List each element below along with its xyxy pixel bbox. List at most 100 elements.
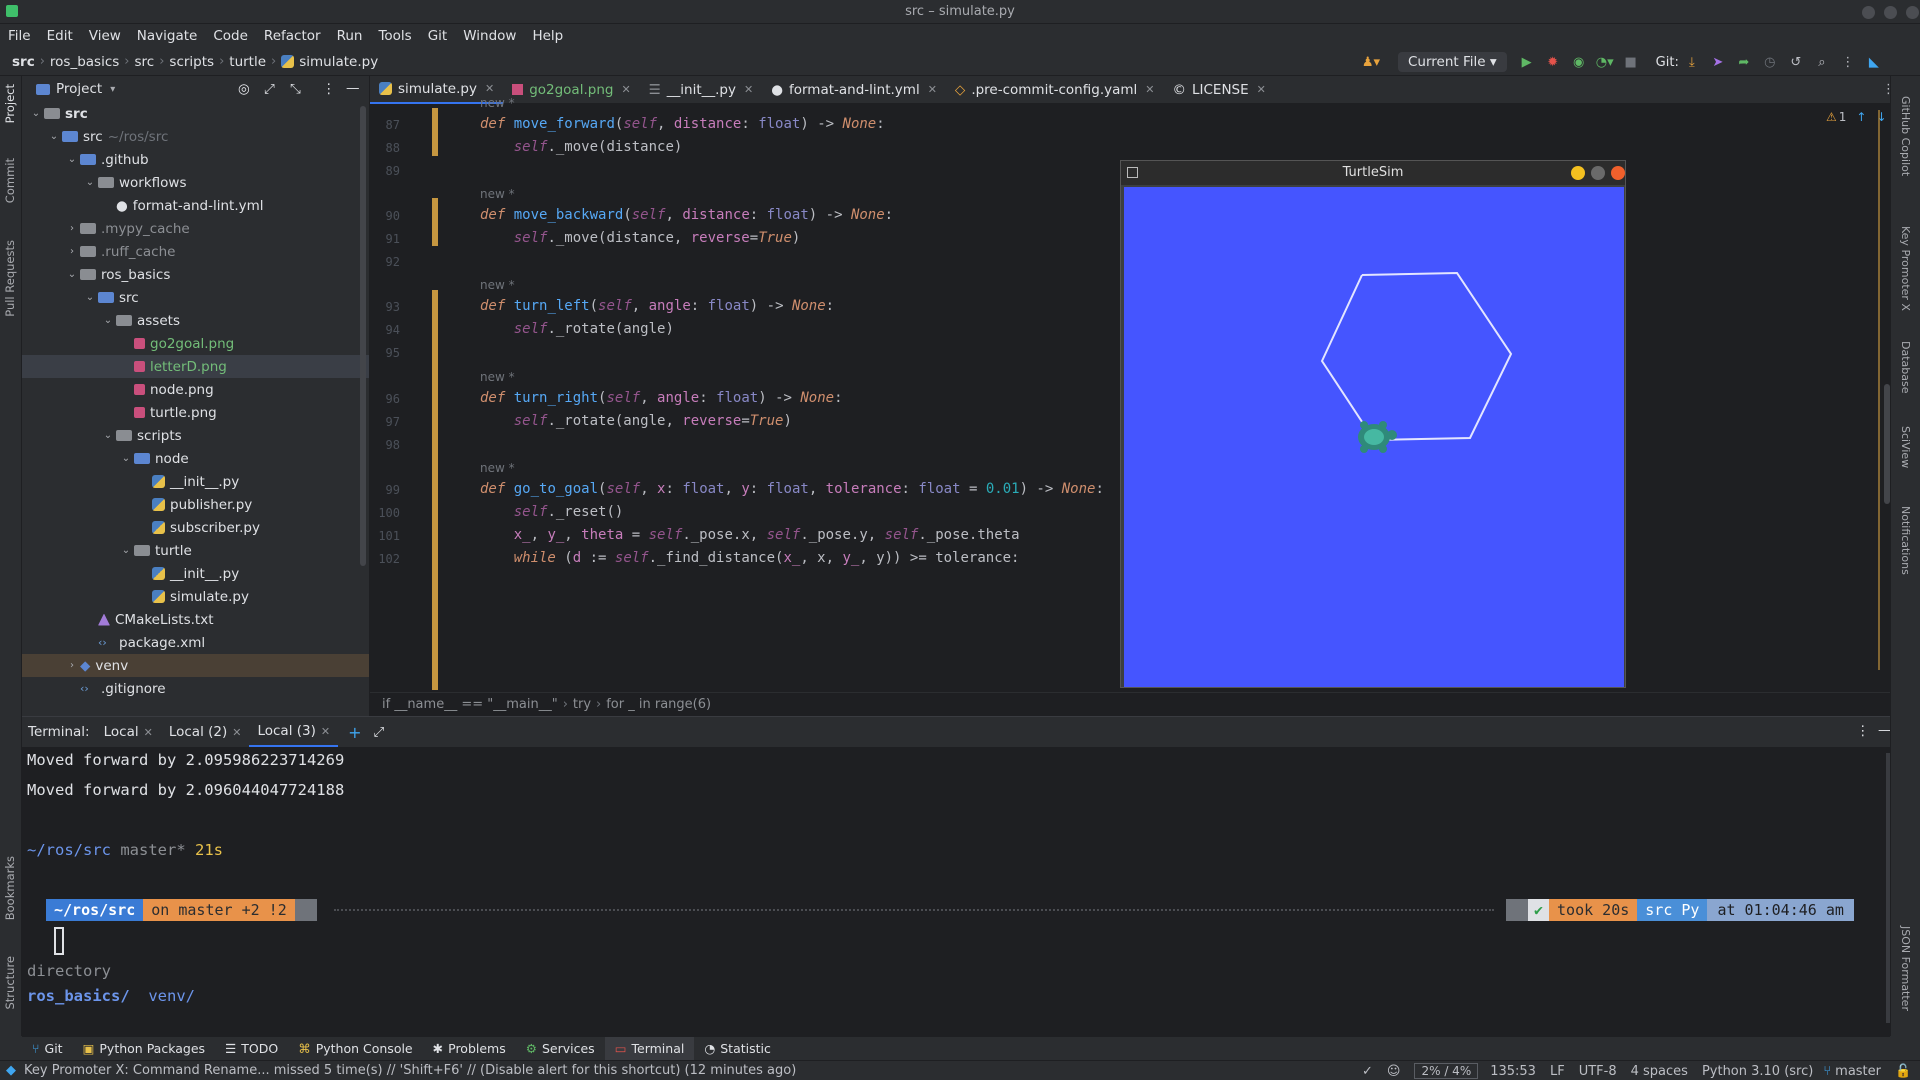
tree-item[interactable]: subscriber.py [22, 516, 369, 539]
codevision-hint[interactable]: new * [480, 370, 515, 384]
tool-json-formatter[interactable]: JSON Formatter [1899, 926, 1912, 1011]
close-icon[interactable]: ✕ [1145, 83, 1154, 96]
menu-tools[interactable]: Tools [370, 28, 419, 44]
breadcrumb-file[interactable]: simulate.py [299, 54, 378, 70]
menu-git[interactable]: Git [420, 28, 456, 44]
menu-navigate[interactable]: Navigate [129, 28, 206, 44]
crumb-try[interactable]: try [573, 697, 591, 712]
python-interpreter[interactable]: Python 3.10 (src) [1702, 1064, 1813, 1079]
tool-structure[interactable]: Structure [3, 956, 17, 1010]
breadcrumb-root[interactable]: src [12, 54, 35, 70]
breadcrumb-turtle[interactable]: turtle [229, 54, 266, 70]
chevron-down-icon[interactable]: ⌄ [100, 315, 116, 326]
tool-project[interactable]: Project [3, 84, 17, 123]
close-icon[interactable]: ✕ [621, 83, 630, 96]
chevron-down-icon[interactable]: ⌄ [64, 154, 80, 165]
tree-item[interactable]: ⌄ src ~/ros/src [22, 125, 369, 148]
line-number[interactable]: 101 [370, 529, 400, 543]
tab-license[interactable]: © LICENSE ✕ [1164, 76, 1275, 104]
terminal-tab-local[interactable]: Local ✕ [96, 717, 161, 747]
terminal-cursor[interactable] [54, 927, 64, 955]
expand-all-icon[interactable]: ⤢ [264, 81, 275, 97]
line-number[interactable]: 89 [370, 164, 400, 178]
git-commit-icon[interactable]: ➤ [1710, 54, 1726, 70]
file-encoding[interactable]: UTF-8 [1579, 1064, 1617, 1079]
line-number[interactable]: 97 [370, 415, 400, 429]
profile-icon[interactable]: ◔▾ [1596, 54, 1614, 70]
chevron-down-icon[interactable]: ⌄ [64, 269, 80, 280]
search-icon[interactable]: ⌕ [1814, 54, 1830, 70]
close-icon[interactable]: ✕ [321, 725, 330, 738]
tab-pre-commit-config[interactable]: ◇ .pre-commit-config.yaml ✕ [946, 76, 1164, 104]
code-line-97[interactable]: self._rotate(angle, reverse=True) [480, 413, 792, 429]
menu-refactor[interactable]: Refactor [256, 28, 329, 44]
change-marker[interactable] [432, 290, 438, 690]
close-icon[interactable]: ✕ [744, 83, 753, 96]
chevron-right-icon[interactable]: › [64, 223, 80, 234]
tab-format-and-lint[interactable]: ● format-and-lint.yml ✕ [762, 76, 946, 104]
coverage-icon[interactable]: ◉ [1571, 54, 1587, 70]
minimize-icon[interactable] [1571, 166, 1585, 180]
options-icon[interactable]: ⋮ [1856, 723, 1870, 739]
tree-item[interactable]: turtle.png [22, 401, 369, 424]
code-line-102[interactable]: while (d := self._find_distance(x_, x, y… [480, 550, 1020, 566]
maximize-icon[interactable]: ⤢ [373, 724, 384, 740]
close-icon[interactable]: ✕ [232, 726, 241, 739]
chevron-right-icon[interactable]: › [64, 246, 80, 257]
tree-item[interactable]: ‹›.pre-commit-config.yaml [22, 700, 369, 702]
toolwindow-problems[interactable]: ✱ Problems [423, 1037, 516, 1061]
editor-scroll-marker[interactable] [1878, 110, 1880, 670]
chevron-down-icon[interactable]: ⌄ [100, 430, 116, 441]
change-marker[interactable] [432, 198, 438, 246]
arrow-up-icon[interactable]: ↑ [1856, 110, 1866, 124]
code-line-88[interactable]: self._move(distance) [480, 139, 683, 155]
terminal-tab-local-2[interactable]: Local (2) ✕ [161, 717, 250, 747]
line-number[interactable]: 102 [370, 552, 400, 566]
tree-item[interactable]: ⌄ src [22, 102, 369, 125]
collapse-all-icon[interactable]: ⤡ [290, 81, 301, 97]
code-line-94[interactable]: self._rotate(angle) [480, 321, 674, 337]
codevision-hint[interactable]: new * [480, 461, 515, 475]
tab-go2goal-png[interactable]: go2goal.png ✕ [503, 76, 639, 104]
terminal-tab-local-3[interactable]: Local (3) ✕ [249, 717, 339, 747]
tree-item[interactable]: letterD.png [22, 355, 369, 378]
chevron-down-icon[interactable]: ⌄ [82, 292, 98, 303]
line-number[interactable]: 88 [370, 141, 400, 155]
line-number[interactable]: 91 [370, 232, 400, 246]
stop-icon[interactable]: ■ [1623, 54, 1639, 70]
add-icon[interactable]: + [348, 723, 361, 742]
maximize-icon[interactable] [1591, 166, 1605, 180]
close-icon[interactable] [1611, 166, 1625, 180]
chevron-right-icon[interactable]: › [64, 660, 80, 671]
code-line-93[interactable]: def turn_left(self, angle: float) -> Non… [480, 298, 834, 314]
users-icon[interactable]: ♟▾ [1362, 54, 1380, 70]
more-icon[interactable]: ⋮ [1840, 54, 1856, 70]
toolwindow-git[interactable]: ⑂ Git [22, 1037, 73, 1061]
tree-item[interactable]: ⌄ src [22, 286, 369, 309]
tool-commit[interactable]: Commit [3, 158, 17, 203]
memory-indicator[interactable]: 2% / 4% [1414, 1063, 1479, 1079]
tree-item[interactable]: › .ruff_cache [22, 240, 369, 263]
tree-item[interactable]: go2goal.png [22, 332, 369, 355]
tree-scrollbar[interactable] [360, 106, 366, 566]
check-icon[interactable]: ✓ [1362, 1064, 1373, 1079]
tree-item[interactable]: simulate.py [22, 585, 369, 608]
line-number[interactable]: 94 [370, 323, 400, 337]
codevision-hint[interactable]: new * [480, 96, 515, 110]
tree-item[interactable]: CMakeLists.txt [22, 608, 369, 631]
line-number[interactable]: 98 [370, 438, 400, 452]
tool-database[interactable]: Database [1899, 341, 1912, 394]
change-marker[interactable] [432, 108, 438, 156]
menu-file[interactable]: File [0, 28, 39, 44]
turtlesim-window[interactable]: TurtleSim [1120, 160, 1626, 688]
tool-pull-requests[interactable]: Pull Requests [3, 240, 17, 317]
menu-edit[interactable]: Edit [39, 28, 81, 44]
minimize-icon[interactable] [1862, 6, 1875, 19]
tree-item[interactable]: publisher.py [22, 493, 369, 516]
tree-item[interactable]: ⌄ ros_basics [22, 263, 369, 286]
toolwindow-services[interactable]: ⚙ Services [516, 1037, 605, 1061]
code-line-90[interactable]: def move_backward(self, distance: float)… [480, 207, 893, 223]
debug-icon[interactable]: ✹ [1545, 54, 1561, 70]
caret-position[interactable]: 135:53 [1490, 1064, 1536, 1079]
close-icon[interactable]: ✕ [144, 726, 153, 739]
